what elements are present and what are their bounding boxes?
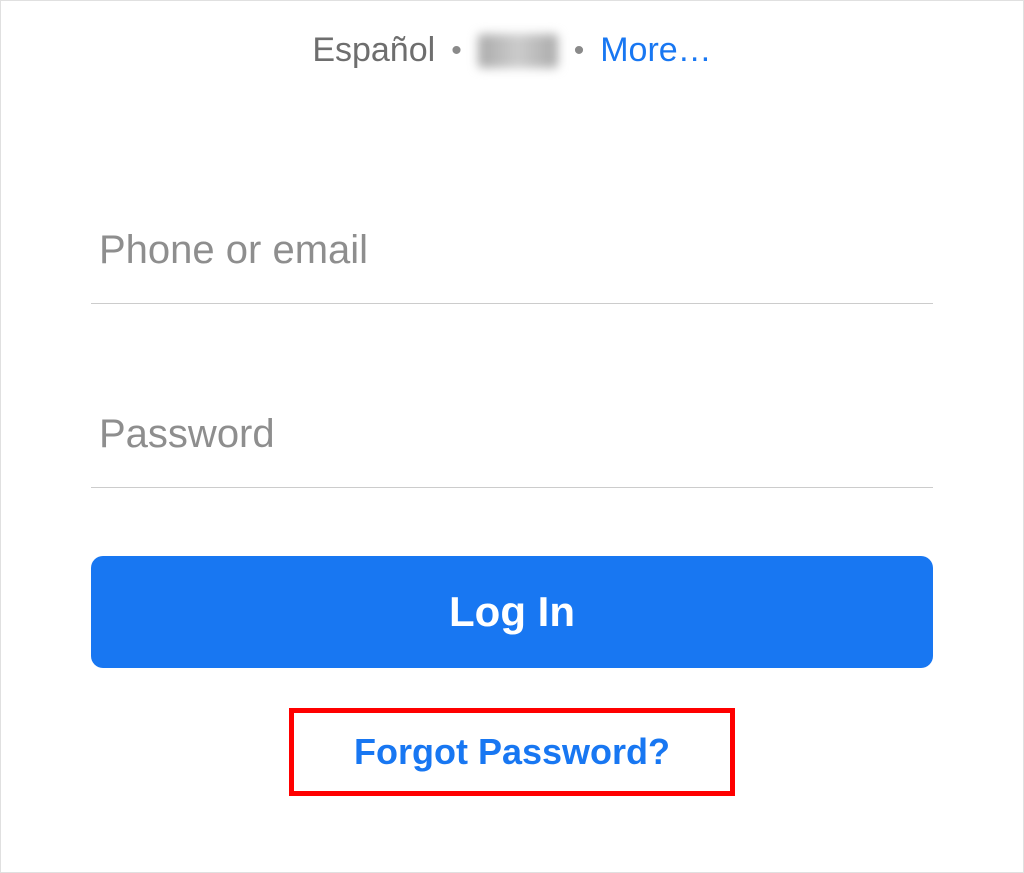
separator-dot: • xyxy=(451,34,462,68)
forgot-password-wrapper: Forgot Password? xyxy=(91,708,933,796)
password-input[interactable] xyxy=(91,394,933,488)
login-screen: Español • • More… Log In Forgot Password… xyxy=(0,0,1024,873)
language-option-espanol[interactable]: Español xyxy=(312,31,435,70)
login-button[interactable]: Log In xyxy=(91,556,933,668)
forgot-password-link[interactable]: Forgot Password? xyxy=(354,731,670,772)
language-option-blurred[interactable] xyxy=(478,34,558,68)
language-more-link[interactable]: More… xyxy=(600,31,711,70)
forgot-password-highlight-box: Forgot Password? xyxy=(289,708,735,796)
language-selector-bar: Español • • More… xyxy=(91,31,933,70)
separator-dot: • xyxy=(574,34,585,68)
identifier-input[interactable] xyxy=(91,210,933,304)
